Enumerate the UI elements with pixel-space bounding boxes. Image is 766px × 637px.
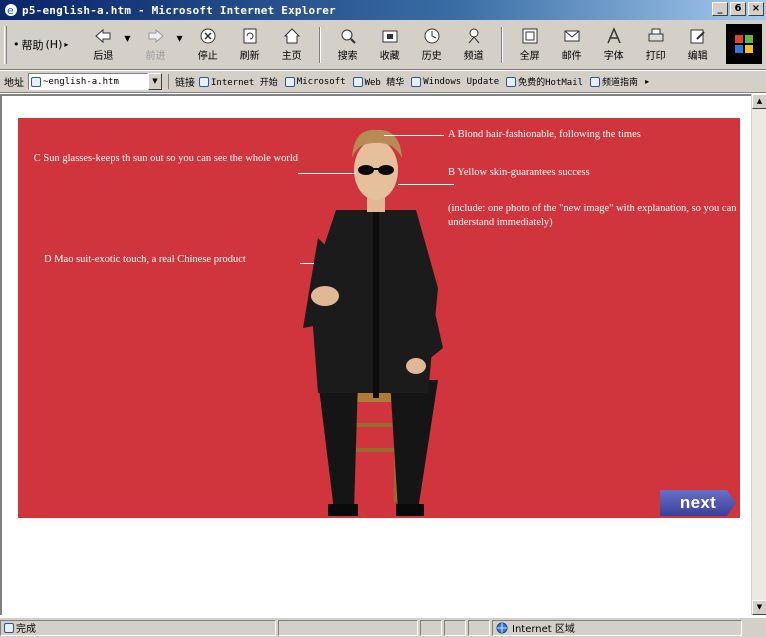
- ie-page-icon: [199, 76, 209, 87]
- windows-logo-icon: [726, 24, 762, 64]
- status-text: 完成: [16, 624, 36, 635]
- mail-icon: [564, 30, 580, 42]
- title-bar: e p5-english-a.htm - Microsoft Internet …: [0, 0, 766, 20]
- home-icon: [283, 28, 300, 44]
- forward-arrow-icon: [148, 28, 164, 44]
- annotation-d: D Mao suit-exotic touch, a real Chinese …: [44, 254, 246, 265]
- links-label: 链接: [168, 74, 195, 89]
- favorites-icon: [382, 30, 398, 43]
- search-button[interactable]: 搜索: [328, 27, 368, 62]
- back-dropdown-icon[interactable]: ▼: [124, 34, 130, 43]
- ie-page-icon: [590, 76, 601, 87]
- ie-page-icon: [352, 76, 363, 87]
- refresh-icon: [243, 28, 257, 44]
- minimize-button[interactable]: _: [712, 2, 728, 16]
- channels-icon: [468, 28, 480, 44]
- stop-icon: [200, 28, 216, 44]
- address-dropdown-button[interactable]: ▼: [148, 73, 162, 90]
- search-icon: [341, 29, 356, 44]
- address-value: ~english-a.htm: [43, 76, 119, 87]
- svg-text:e: e: [7, 4, 14, 17]
- window-title: p5-english-a.htm - Microsoft Internet Ex…: [22, 3, 336, 17]
- globe-icon: [496, 622, 508, 633]
- favorites-button[interactable]: 收藏: [370, 27, 410, 62]
- toolbar-grip[interactable]: [4, 25, 7, 64]
- back-button[interactable]: 后退: [83, 27, 123, 62]
- ie-logo-icon: e: [5, 4, 17, 17]
- fullscreen-button[interactable]: 全屏: [510, 27, 550, 62]
- stop-button[interactable]: 停止: [188, 27, 228, 62]
- mail-button[interactable]: 邮件: [552, 27, 592, 62]
- vertical-scrollbar[interactable]: ▲ ▼: [751, 94, 766, 615]
- annotation-d-leader: [300, 263, 314, 264]
- history-icon: [424, 28, 440, 44]
- scroll-down-button[interactable]: ▼: [752, 600, 766, 615]
- forward-dropdown-icon[interactable]: ▼: [177, 34, 183, 43]
- annotation-note: (include: one photo of the "new image" w…: [448, 203, 737, 228]
- print-icon: [648, 28, 664, 42]
- maximize-button[interactable]: 6: [730, 2, 746, 16]
- ie-page-icon: [506, 76, 517, 87]
- help-bullet-icon: •: [13, 38, 20, 51]
- standard-toolbar: • 帮助 (H) ▸ 后退 ▼ 前进 ▼ 停止 刷新 主页 搜索 收藏 历史 频…: [0, 20, 766, 70]
- annotation-c: C Sun glasses-keeps th sun out so you ca…: [33, 153, 298, 164]
- forward-button[interactable]: 前进: [136, 27, 176, 62]
- status-cell-empty: [444, 619, 466, 636]
- page-icon: [31, 76, 41, 87]
- close-button[interactable]: ×: [748, 2, 764, 16]
- scroll-up-button[interactable]: ▲: [752, 94, 766, 109]
- annotation-a: A Blond hair-fashionable, following the …: [448, 129, 641, 140]
- channels-button[interactable]: 频道: [454, 27, 494, 62]
- help-key-hint: (H): [45, 38, 63, 51]
- link-internet-start[interactable]: Internet 开始: [199, 75, 278, 88]
- address-bar: 地址 ~english-a.htm ▼ 链接 Internet 开始 Micro…: [0, 71, 766, 93]
- next-button[interactable]: next: [660, 490, 736, 516]
- browser-content: A Blond hair-fashionable, following the …: [0, 94, 751, 615]
- fullscreen-icon: [522, 28, 538, 44]
- toolbar-separator: [318, 26, 321, 63]
- status-text-cell: 完成: [0, 619, 276, 636]
- refresh-button[interactable]: 刷新: [230, 27, 270, 62]
- status-cell-empty: [420, 619, 442, 636]
- print-button[interactable]: 打印: [636, 27, 676, 62]
- annotation-b-leader: [398, 184, 454, 185]
- annotation-a-leader: [384, 135, 444, 136]
- edit-button[interactable]: 编辑: [678, 27, 718, 62]
- annotation-b: B Yellow skin-guarantees success: [448, 167, 590, 178]
- help-menu[interactable]: • 帮助 (H) ▸: [13, 37, 68, 53]
- link-microsoft[interactable]: Microsoft: [284, 76, 346, 87]
- font-button[interactable]: 字体: [594, 27, 634, 62]
- status-cell-empty: [278, 619, 418, 636]
- link-windows-update[interactable]: Windows Update: [411, 76, 499, 87]
- font-icon: [606, 27, 621, 44]
- chevron-right-icon: ▸: [64, 40, 69, 49]
- link-web-best[interactable]: Web 精华: [352, 75, 404, 88]
- help-label: 帮助: [21, 38, 44, 52]
- address-label: 地址: [4, 78, 24, 89]
- ie-page-icon: [411, 76, 422, 87]
- page-done-icon: [4, 622, 14, 633]
- presentation-slide: A Blond hair-fashionable, following the …: [18, 118, 740, 518]
- zone-text: Internet 区域: [512, 624, 575, 635]
- annotation-c-leader: [298, 173, 356, 174]
- edit-icon: [690, 29, 705, 44]
- link-hotmail[interactable]: 免费的HotMail: [506, 75, 583, 88]
- home-button[interactable]: 主页: [272, 27, 312, 62]
- address-input[interactable]: ~english-a.htm: [28, 73, 148, 90]
- status-bar: 完成 Internet 区域: [0, 617, 766, 637]
- zone-cell: Internet 区域: [492, 619, 742, 636]
- back-arrow-icon: [95, 28, 111, 44]
- toolbar-separator: [500, 26, 503, 63]
- status-cell-empty: [468, 619, 490, 636]
- link-channel-guide[interactable]: 频道指南: [590, 75, 638, 88]
- chevron-right-icon[interactable]: ▸: [645, 77, 649, 86]
- history-button[interactable]: 历史: [412, 27, 452, 62]
- ie-page-icon: [284, 76, 295, 87]
